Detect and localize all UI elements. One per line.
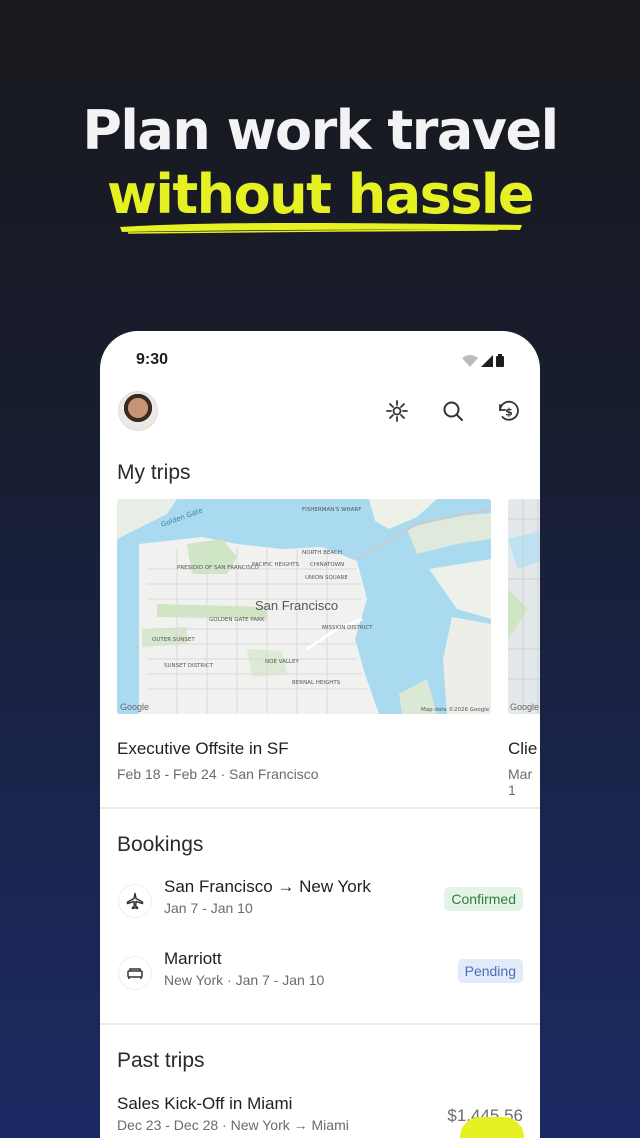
map-attribution: Map data ©2026 Google bbox=[421, 706, 490, 713]
battery-icon bbox=[496, 354, 504, 367]
bookings-title: Bookings bbox=[117, 833, 204, 856]
new-trip-fab[interactable] bbox=[460, 1117, 524, 1138]
map-city-label: San Francisco bbox=[255, 598, 338, 613]
status-icons bbox=[462, 354, 504, 367]
booking-subtitle: Jan 7 - Jan 10 bbox=[164, 900, 253, 916]
map-label: PRESIDIO OF SAN FRANCISCO bbox=[177, 565, 260, 571]
status-bar: 9:30 bbox=[136, 351, 504, 371]
booking-title: San Francisco → New York bbox=[164, 877, 371, 896]
map-label: GOLDEN GATE PARK bbox=[209, 617, 265, 623]
past-trips-title: Past trips bbox=[117, 1049, 205, 1072]
my-trips-title: My trips bbox=[117, 461, 191, 484]
booking-title: Marriott bbox=[164, 949, 222, 968]
booking-item[interactable]: San Francisco → New York Jan 7 - Jan 10 … bbox=[117, 877, 523, 933]
map-label: NOE VALLEY bbox=[265, 659, 299, 665]
divider bbox=[100, 1023, 540, 1025]
status-badge: Confirmed bbox=[444, 887, 523, 911]
past-trip-title[interactable]: Sales Kick-Off in Miami bbox=[117, 1094, 292, 1114]
brush-underline bbox=[120, 222, 522, 234]
sparkle-icon[interactable] bbox=[384, 398, 410, 424]
headline-line-1: Plan work travel bbox=[82, 99, 559, 162]
headline: Plan work travel without hassle bbox=[0, 100, 640, 228]
past-trip-subtitle: Dec 23 - Dec 28 · New York → Miami bbox=[117, 1117, 349, 1133]
bed-icon bbox=[119, 957, 151, 989]
trip-map-2[interactable]: Google bbox=[508, 499, 540, 714]
status-badge: Pending bbox=[457, 959, 523, 983]
map-label: CHINATOWN bbox=[310, 562, 344, 568]
google-logo: Google bbox=[120, 702, 149, 712]
toolbar-icons: $ bbox=[384, 398, 522, 424]
status-time: 9:30 bbox=[136, 351, 169, 368]
booking-item[interactable]: Marriott New York · Jan 7 - Jan 10 Pendi… bbox=[117, 949, 523, 1005]
divider bbox=[100, 807, 540, 809]
map-label: UNION SQUARE bbox=[305, 575, 348, 581]
signal-icon bbox=[481, 354, 493, 367]
map-label: NORTH BEACH bbox=[302, 550, 342, 556]
spend-history-icon[interactable]: $ bbox=[496, 398, 522, 424]
search-icon[interactable] bbox=[440, 398, 466, 424]
svg-text:$: $ bbox=[505, 406, 513, 419]
trip-subtitle: Mar 1 bbox=[508, 766, 533, 798]
map-label: FISHERMAN'S WHARF bbox=[302, 507, 361, 513]
map-label: MISSION DISTRICT bbox=[322, 625, 373, 631]
booking-subtitle: New York · Jan 7 - Jan 10 bbox=[164, 972, 325, 988]
phone-screen: 9:30 $ My trips Golden Gate FISHERMAN'S … bbox=[100, 331, 540, 1138]
plane-icon bbox=[119, 885, 151, 917]
trip-subtitle: Feb 18 - Feb 24 · San Francisco bbox=[117, 766, 319, 782]
google-logo: Google bbox=[510, 702, 539, 712]
map-label: PACIFIC HEIGHTS bbox=[252, 562, 299, 568]
map-label: OUTER SUNSET bbox=[152, 637, 195, 643]
map-label: BERNAL HEIGHTS bbox=[292, 680, 341, 686]
wifi-icon bbox=[462, 354, 478, 367]
trip-map[interactable]: Golden Gate FISHERMAN'S WHARF NORTH BEAC… bbox=[117, 499, 491, 714]
trip-title: Clie bbox=[508, 739, 538, 758]
top-bar: $ bbox=[118, 391, 522, 433]
trip-title: Executive Offsite in SF bbox=[117, 739, 289, 758]
avatar[interactable] bbox=[118, 391, 158, 431]
map-label: SUNSET DISTRICT bbox=[164, 663, 214, 669]
